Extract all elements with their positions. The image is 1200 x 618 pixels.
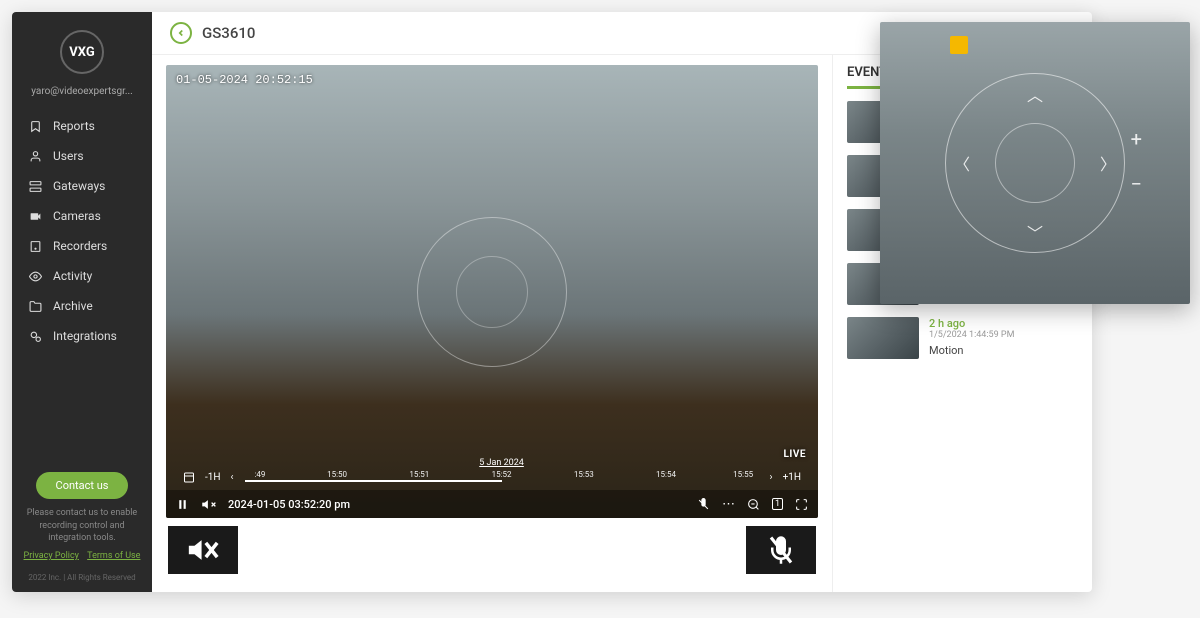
timeline-progress <box>245 480 502 482</box>
below-video-thumbs <box>166 518 818 582</box>
brand-logo: VXG <box>60 30 104 74</box>
current-time: 2024-01-05 03:52:20 pm <box>228 498 350 511</box>
back-button[interactable] <box>170 22 192 44</box>
sidebar-nav: Reports Users Gateways Cameras Recorders… <box>12 111 152 460</box>
timeline: -1H ‹ 5 Jan 2024 :49 15:50 15:51 15:52 1… <box>166 464 818 490</box>
preview-badge-icon <box>950 36 968 54</box>
event-thumbnail <box>847 317 919 359</box>
ptz-ring: ︿ ﹀ 〈 〉 + − <box>945 73 1125 253</box>
more-button[interactable]: ⋯ <box>722 497 735 512</box>
user-email: yaro@videoexpertsgr... <box>12 82 152 111</box>
timeline-tick: 15:50 <box>327 470 347 479</box>
floating-ptz-preview[interactable]: ︿ ﹀ 〈 〉 + − <box>880 22 1190 304</box>
sidebar-item-archive[interactable]: Archive <box>12 291 152 321</box>
timeline-date: 5 Jan 2024 <box>479 458 524 468</box>
ptz-left-button[interactable]: 〈 <box>954 151 970 175</box>
event-time-ago: 2 h ago <box>929 317 1084 330</box>
event-type: Motion <box>929 344 1084 357</box>
footer-text: Please contact us to enable recording co… <box>12 507 152 545</box>
timeline-tick: 15:51 <box>409 470 429 479</box>
sidebar-item-label: Activity <box>53 269 92 283</box>
copyright: 2022 Inc. | All Rights Reserved <box>12 567 152 592</box>
sidebar-item-label: Recorders <box>53 239 107 253</box>
sidebar-item-recorders[interactable]: Recorders <box>12 231 152 261</box>
sidebar-item-label: Cameras <box>53 209 101 223</box>
mic-mute-thumb[interactable] <box>746 526 816 574</box>
video-area: 01-05-2024 20:52:15 LIVE -1H ‹ 5 Jan 202… <box>152 55 832 592</box>
sidebar: VXG yaro@videoexpertsgr... Reports Users… <box>12 12 152 592</box>
sidebar-item-users[interactable]: Users <box>12 141 152 171</box>
sidebar-item-integrations[interactable]: Integrations <box>12 321 152 351</box>
sidebar-item-label: Reports <box>53 119 95 133</box>
sidebar-item-label: Users <box>53 149 84 163</box>
sidebar-item-label: Integrations <box>53 329 117 343</box>
pause-button[interactable] <box>176 498 189 511</box>
footer-links: Privacy Policy Terms of Use <box>12 545 152 567</box>
timeline-track[interactable]: 5 Jan 2024 :49 15:50 15:51 15:52 15:53 1… <box>245 470 759 484</box>
video-player[interactable]: 01-05-2024 20:52:15 LIVE -1H ‹ 5 Jan 202… <box>166 65 818 518</box>
server-icon <box>28 179 42 193</box>
page-title: GS3610 <box>202 24 255 42</box>
zoom-out-button[interactable] <box>747 498 760 511</box>
timeline-fwd-1h[interactable]: +1H <box>778 472 806 483</box>
contact-button[interactable]: Contact us <box>36 472 129 499</box>
timeline-tick: 15:53 <box>574 470 594 479</box>
timeline-tick: :49 <box>254 470 265 479</box>
ptz-up-button[interactable]: ︿ <box>1027 82 1043 106</box>
timeline-next[interactable]: › <box>765 472 778 483</box>
event-item[interactable]: 2 h ago 1/5/2024 1:44:59 PM Motion <box>847 317 1084 359</box>
live-badge: LIVE <box>784 449 807 460</box>
timeline-back-1h[interactable]: -1H <box>200 472 226 483</box>
timeline-prev[interactable]: ‹ <box>226 472 239 483</box>
sidebar-item-label: Gateways <box>53 179 105 193</box>
speaker-mute-thumb[interactable] <box>168 526 238 574</box>
ptz-ring-inner <box>995 123 1075 203</box>
video-controls: 2024-01-05 03:52:20 pm ⋯ 1 <box>166 490 818 518</box>
sidebar-item-activity[interactable]: Activity <box>12 261 152 291</box>
recorder-icon <box>28 239 42 253</box>
mute-button[interactable] <box>201 497 216 512</box>
calendar-button[interactable] <box>178 471 200 483</box>
user-icon <box>28 149 42 163</box>
fullscreen-button[interactable] <box>795 498 808 511</box>
ptz-zoom-out-button[interactable]: − <box>1131 172 1142 196</box>
sidebar-item-reports[interactable]: Reports <box>12 111 152 141</box>
camera-icon <box>28 209 42 223</box>
timeline-tick: 15:55 <box>733 470 753 479</box>
eye-icon <box>28 269 42 283</box>
logo: VXG <box>12 12 152 82</box>
sidebar-item-gateways[interactable]: Gateways <box>12 171 152 201</box>
topbar-left: GS3610 <box>170 22 255 44</box>
ptz-control-overlay[interactable] <box>417 217 567 367</box>
mic-mute-button[interactable] <box>697 498 710 511</box>
privacy-link[interactable]: Privacy Policy <box>24 551 79 561</box>
video-timestamp-overlay: 01-05-2024 20:52:15 <box>176 73 313 87</box>
event-timestamp: 1/5/2024 1:44:59 PM <box>929 330 1084 340</box>
speed-button[interactable]: 1 <box>772 498 783 510</box>
bookmark-icon <box>28 119 42 133</box>
sidebar-item-label: Archive <box>53 299 93 313</box>
gear-icon <box>28 329 42 343</box>
folder-icon <box>28 299 42 313</box>
sidebar-item-cameras[interactable]: Cameras <box>12 201 152 231</box>
ptz-right-button[interactable]: 〉 <box>1100 151 1116 175</box>
ptz-down-button[interactable]: ﹀ <box>1027 220 1043 244</box>
timeline-tick: 15:52 <box>492 470 512 479</box>
terms-link[interactable]: Terms of Use <box>87 551 140 561</box>
timeline-tick: 15:54 <box>656 470 676 479</box>
ptz-zoom-in-button[interactable]: + <box>1131 127 1142 151</box>
